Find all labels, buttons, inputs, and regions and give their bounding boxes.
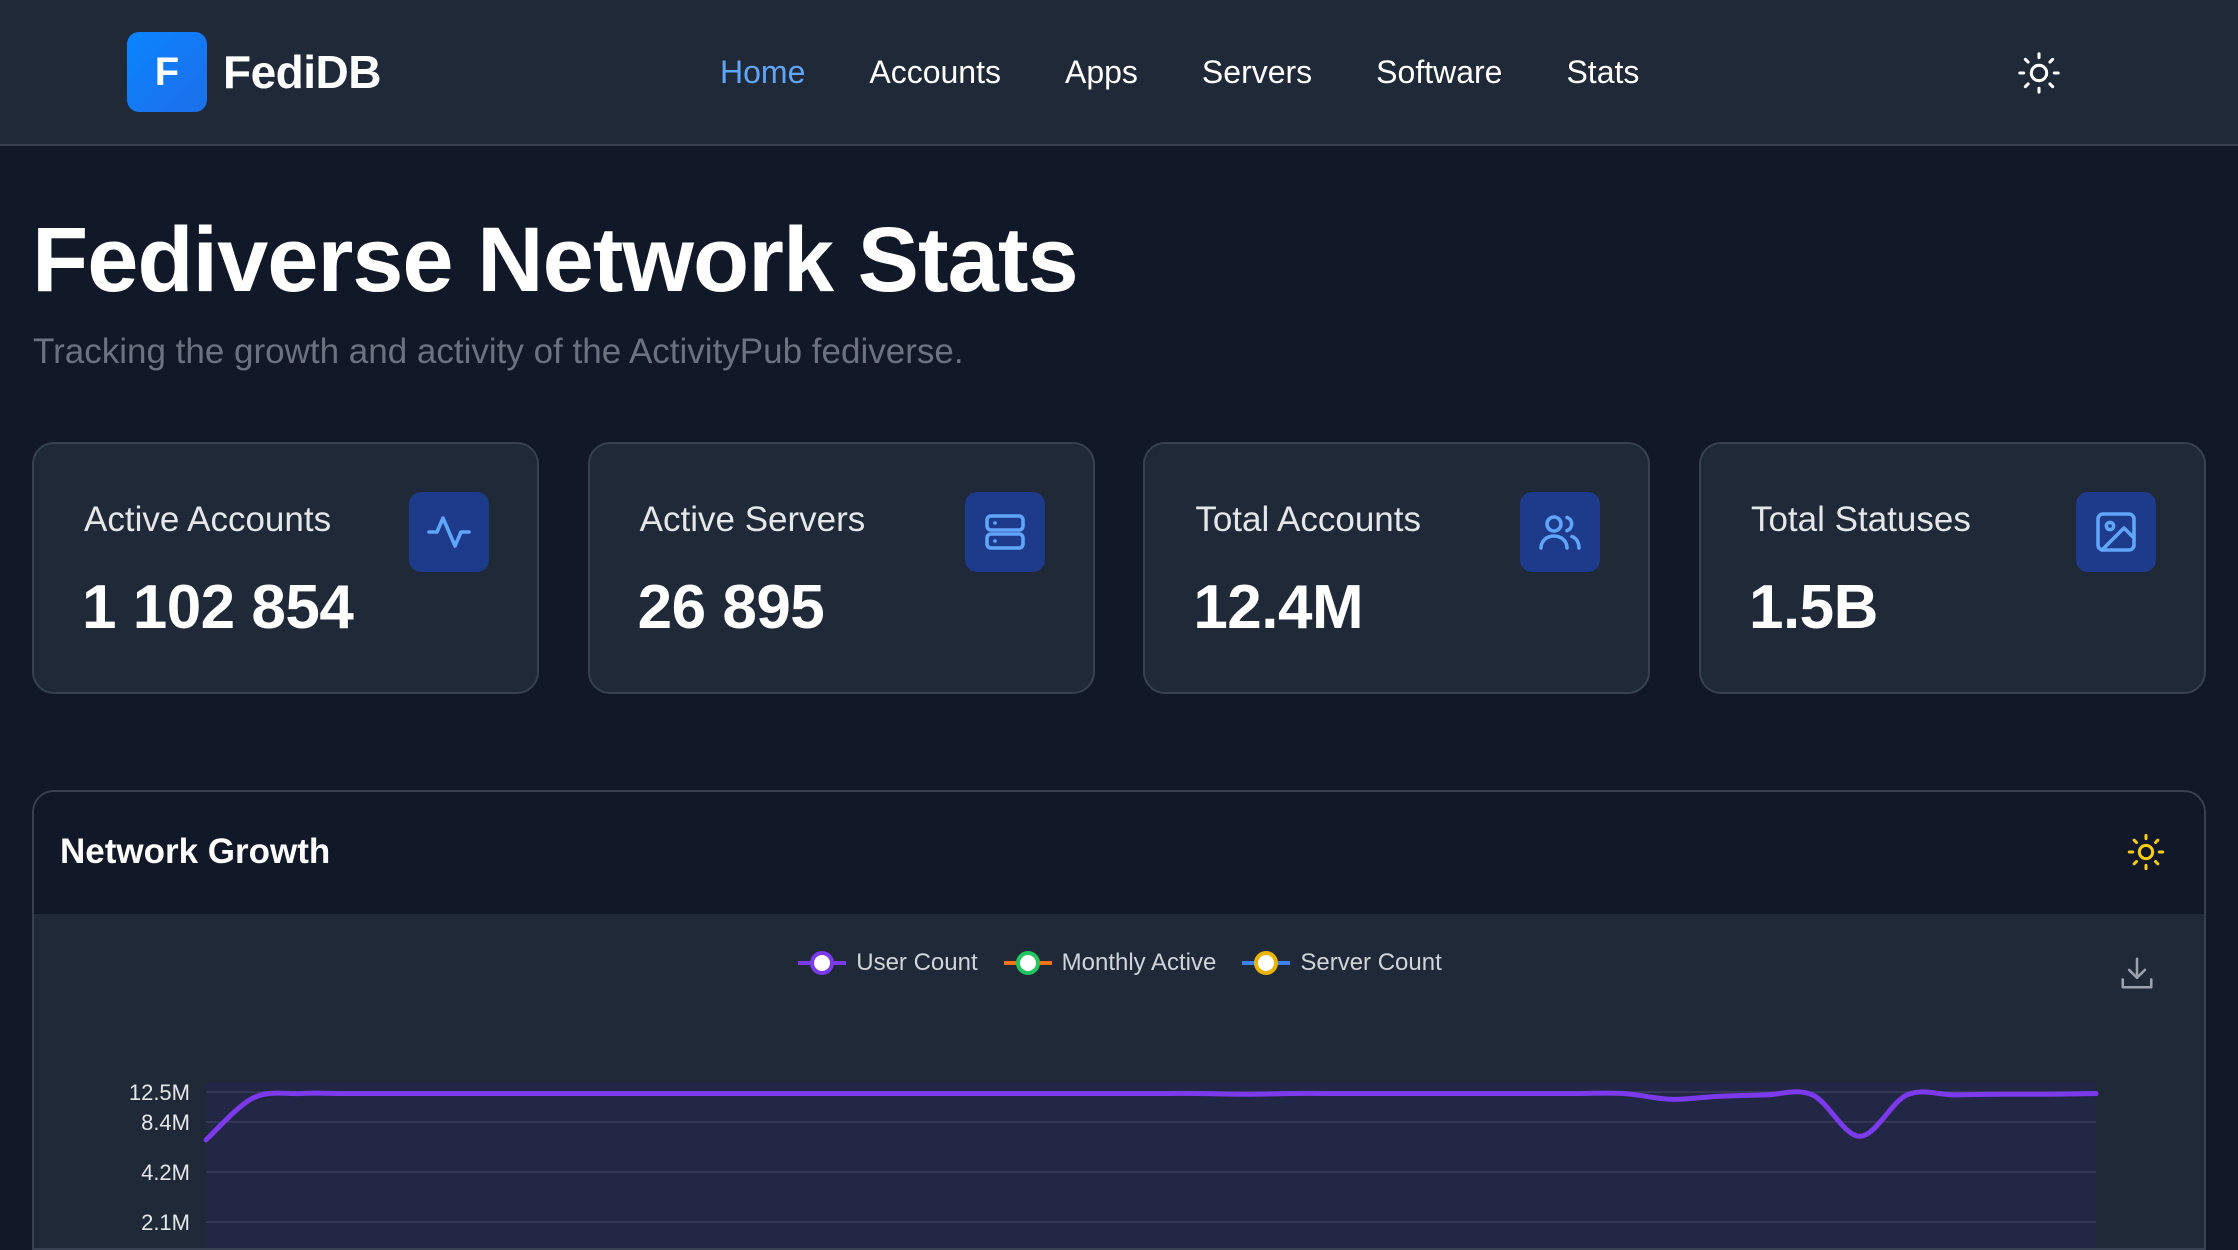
y-tick-label: 4.2M	[141, 1160, 190, 1185]
download-chart-button[interactable]	[2118, 954, 2156, 992]
sun-icon	[2127, 833, 2165, 871]
image-icon	[2096, 512, 2136, 552]
nav-software[interactable]: Software	[1376, 48, 1502, 96]
legend-label: Server Count	[1300, 949, 1442, 976]
download-icon	[2121, 957, 2153, 989]
nav-accounts[interactable]: Accounts	[869, 48, 1001, 96]
plot-area	[206, 1082, 2096, 1248]
nav-home[interactable]: Home	[720, 48, 805, 96]
chart-theme-toggle-button[interactable]	[2126, 832, 2166, 872]
brand-name: FediDB	[223, 46, 382, 98]
legend-item-monthly-active[interactable]: Monthly Active	[1002, 948, 1217, 978]
nav-stats[interactable]: Stats	[1566, 48, 1639, 96]
nav-servers[interactable]: Servers	[1202, 48, 1312, 96]
legend-swatch	[1242, 951, 1291, 975]
server-icon	[984, 514, 1025, 550]
main-nav: Home Accounts Apps Servers Software Stat…	[720, 48, 1703, 96]
theme-toggle-button[interactable]	[2016, 50, 2062, 96]
legend-swatch	[1003, 951, 1052, 975]
stat-card-total-accounts: Total Accounts 12.4M	[1143, 442, 1651, 694]
sun-icon	[2018, 52, 2060, 94]
legend-swatch	[798, 951, 847, 975]
top-navbar: F FediDB Home Accounts Apps Servers Soft…	[0, 0, 2238, 146]
stat-icon-badge	[409, 492, 489, 572]
legend-item-user-count[interactable]: User Count	[796, 948, 978, 978]
stat-card-active-accounts: Active Accounts 1 102 854	[32, 442, 539, 694]
panel-title: Network Growth	[60, 832, 331, 871]
stat-value: 1.5B	[1748, 573, 1878, 642]
stat-label: Active Accounts	[84, 500, 332, 539]
legend-label: Monthly Active	[1061, 949, 1217, 976]
stat-value: 26 895	[637, 573, 825, 642]
y-tick-label: 2.1M	[141, 1210, 190, 1235]
users-icon	[1539, 515, 1582, 550]
activity-icon	[427, 516, 471, 548]
chart-area: 12.5M 8.4M 4.2M 2.1M User Count Monthly Act…	[34, 914, 2204, 1248]
stats-row: Active Accounts 1 102 854 Active Servers…	[32, 442, 2206, 694]
stat-icon-badge	[964, 492, 1045, 572]
brand-logo-link[interactable]: F FediDB	[127, 32, 382, 112]
chart-legend: User Count Monthly Active Server Count	[34, 948, 2204, 978]
page-title: Fediverse Network Stats	[32, 209, 1079, 311]
stat-value: 12.4M	[1193, 573, 1364, 642]
network-growth-panel: Network Growth 12.5M 8.4M 4.2M 2.1M User…	[32, 790, 2206, 1250]
stat-card-active-servers: Active Servers 26 895	[587, 442, 1095, 694]
legend-item-server-count[interactable]: Server Count	[1240, 948, 1442, 978]
page-subtitle: Tracking the growth and activity of the …	[33, 332, 964, 371]
stat-value: 1 102 854	[82, 573, 354, 642]
y-tick-label: 8.4M	[141, 1110, 190, 1135]
y-tick-label: 12.5M	[129, 1080, 190, 1105]
brand-mark: F	[127, 32, 207, 112]
stat-label: Active Servers	[639, 500, 866, 539]
stat-icon-badge	[1520, 492, 1601, 572]
panel-header: Network Growth	[34, 792, 2204, 914]
stat-label: Total Accounts	[1195, 500, 1422, 539]
stat-label: Total Statuses	[1750, 500, 1971, 539]
stat-icon-badge	[2075, 492, 2156, 572]
nav-apps[interactable]: Apps	[1065, 48, 1138, 96]
legend-label: User Count	[856, 949, 978, 976]
stat-card-total-statuses: Total Statuses 1.5B	[1698, 442, 2206, 694]
